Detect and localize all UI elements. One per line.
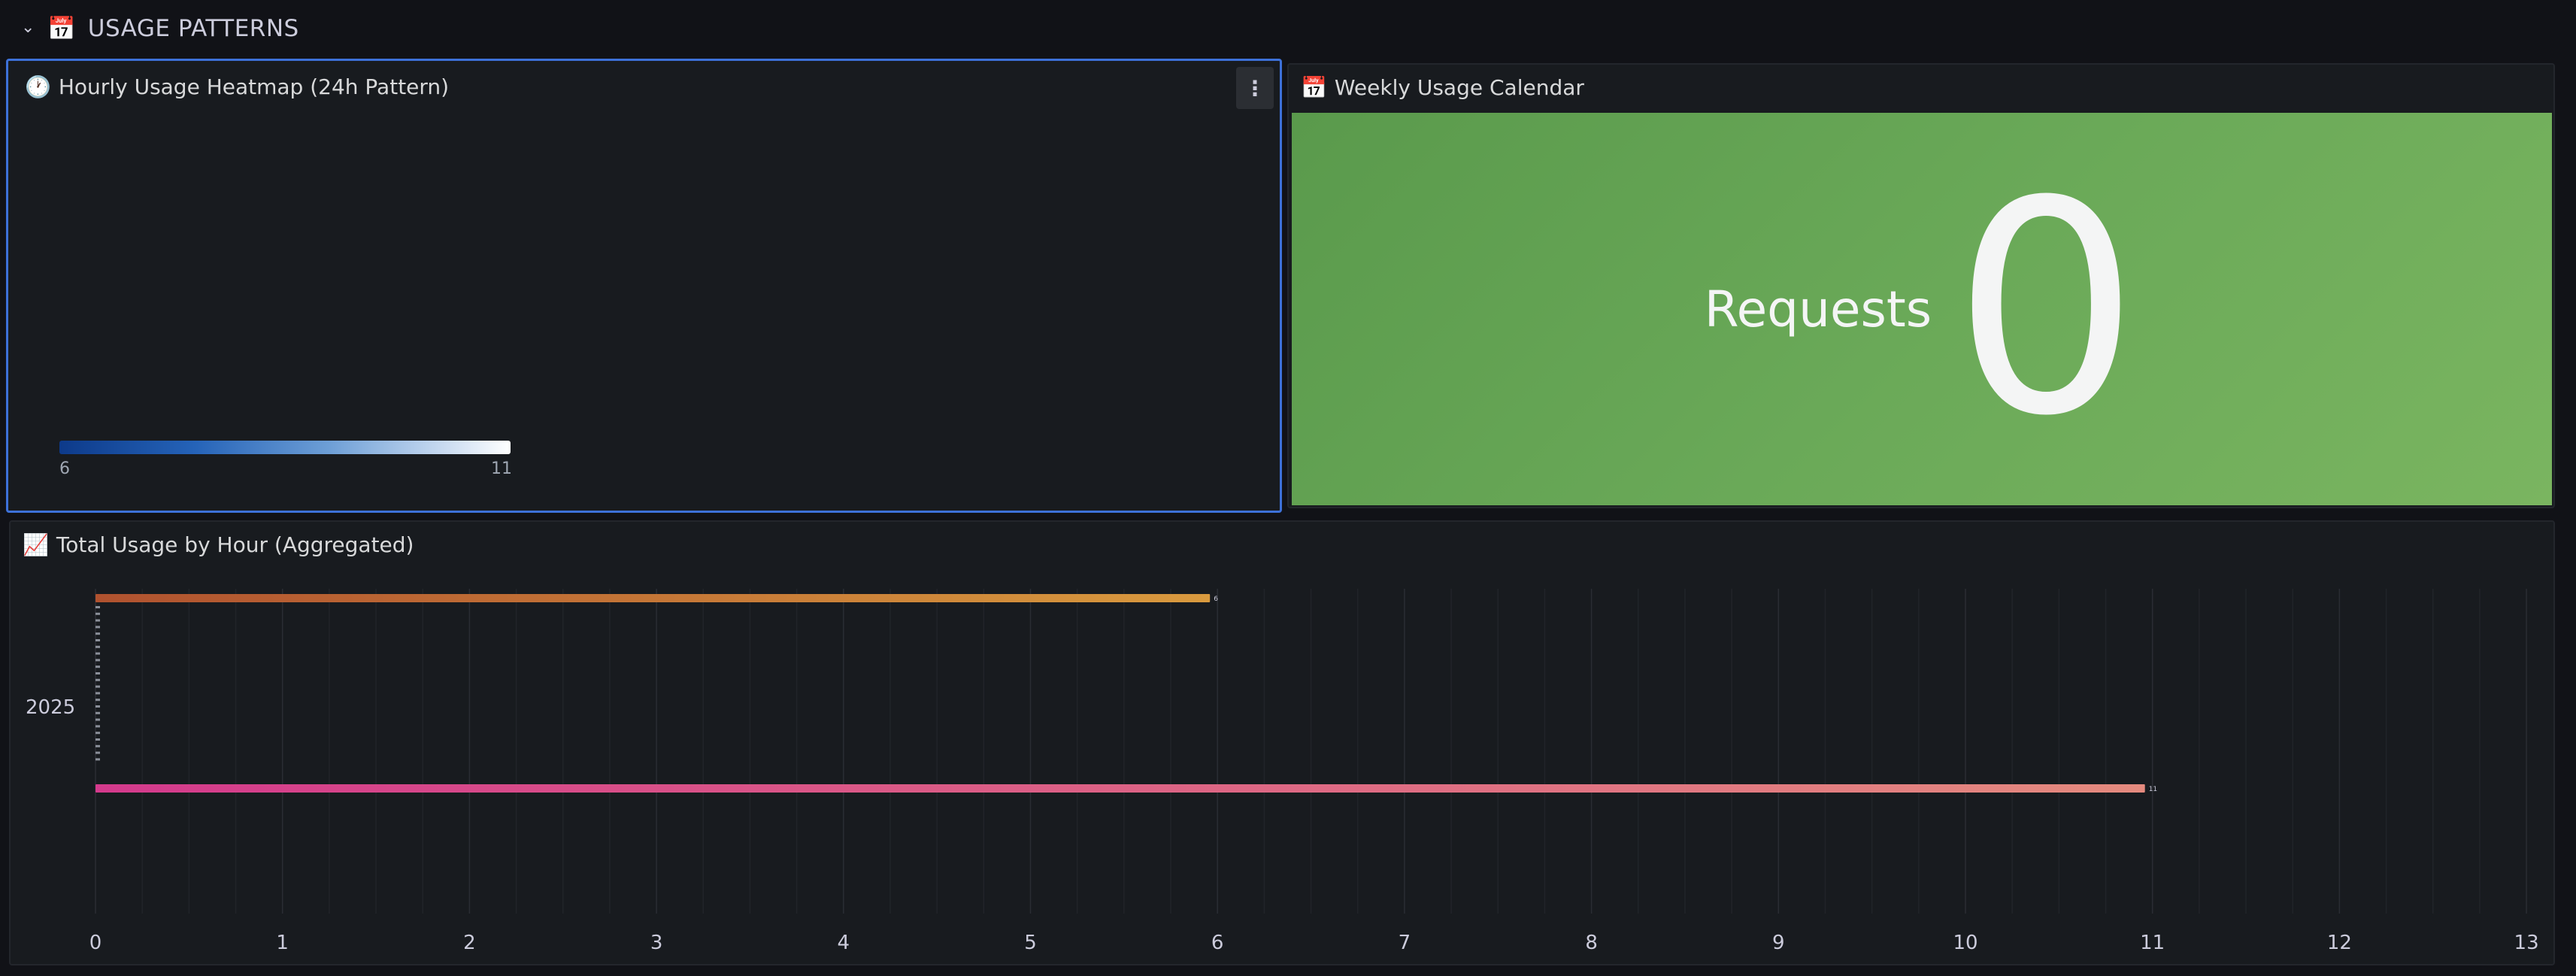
y-minor-tick xyxy=(95,705,100,708)
bar-chart: 0 1 2 3 4 5 6 7 8 9 10 11 12 132025611 xyxy=(26,589,2539,954)
bar-value-label: 11 xyxy=(2149,786,2157,793)
bar-series-2 xyxy=(95,784,2145,793)
y-minor-tick xyxy=(95,639,100,641)
x-tick-label: 10 xyxy=(1953,932,1977,954)
x-tick-label: 11 xyxy=(2140,932,2165,954)
x-tick-label: 9 xyxy=(1772,932,1785,954)
y-minor-tick xyxy=(95,619,100,622)
y-minor-tick xyxy=(95,711,100,714)
y-minor-tick xyxy=(95,645,100,648)
x-tick-label: 3 xyxy=(650,932,663,954)
x-tick-label: 6 xyxy=(1211,932,1224,954)
y-minor-tick xyxy=(95,738,100,741)
y-minor-tick xyxy=(95,732,100,735)
x-tick-label: 5 xyxy=(1024,932,1037,954)
y-category-label: 2025 xyxy=(26,696,75,719)
y-minor-tick xyxy=(95,685,100,688)
y-minor-tick xyxy=(95,725,100,728)
y-minor-tick xyxy=(95,632,100,635)
y-minor-tick xyxy=(95,751,100,754)
x-tick-label: 13 xyxy=(2514,932,2539,954)
y-minor-tick xyxy=(95,758,100,761)
y-minor-tick xyxy=(95,672,100,674)
bar-value-label: 6 xyxy=(1214,596,1218,603)
x-tick-label: 7 xyxy=(1399,932,1411,954)
x-tick-label: 2 xyxy=(463,932,476,954)
y-minor-tick xyxy=(95,692,100,695)
x-tick-label: 1 xyxy=(276,932,289,954)
y-minor-tick xyxy=(95,744,100,747)
x-tick-label: 12 xyxy=(2327,932,2352,954)
x-tick-label: 0 xyxy=(89,932,102,954)
y-minor-tick xyxy=(95,606,100,608)
y-minor-tick xyxy=(95,665,100,668)
y-minor-tick xyxy=(95,699,100,702)
y-minor-tick xyxy=(95,612,100,615)
y-minor-tick xyxy=(95,718,100,721)
y-minor-tick xyxy=(95,626,100,629)
y-minor-tick xyxy=(95,659,100,662)
bar-series-1 xyxy=(95,594,1211,602)
y-minor-tick xyxy=(95,678,100,681)
y-minor-tick xyxy=(95,652,100,655)
x-tick-label: 4 xyxy=(838,932,850,954)
x-tick-label: 8 xyxy=(1585,932,1598,954)
